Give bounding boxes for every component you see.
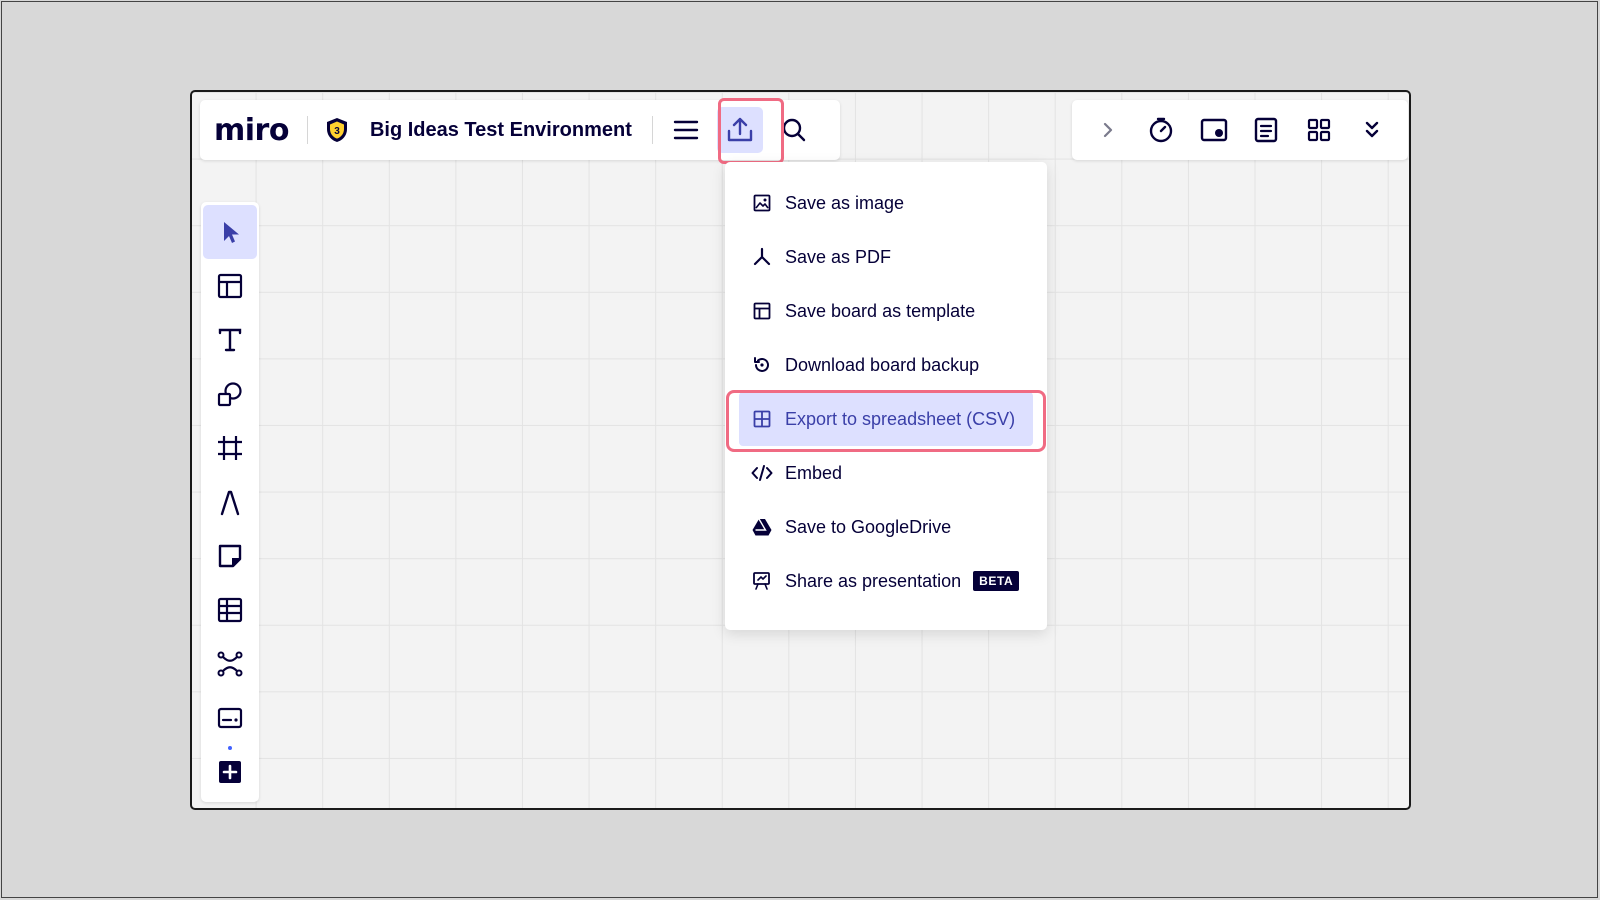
shapes-icon [217, 382, 242, 407]
menu-item-label: Download board backup [785, 354, 980, 375]
menu-item-export-to-spreadsheet[interactable]: Export to spreadsheet (CSV) [739, 392, 1033, 446]
frame-icon [218, 436, 242, 460]
presentation-icon [751, 570, 773, 592]
menu-item-share-as-presentation[interactable]: Share as presentation BETA [739, 554, 1033, 608]
top-left-toolbar: miro 3 Big Ideas Test Environment [200, 100, 840, 160]
frame-tool[interactable] [203, 421, 257, 475]
plus-icon [219, 761, 241, 783]
mind-map-icon [217, 651, 243, 677]
export-button[interactable] [716, 107, 763, 153]
notification-dot [228, 746, 232, 750]
divider [651, 116, 653, 144]
double-chevron-down-icon[interactable] [1349, 107, 1394, 153]
menu-item-label: Save as PDF [785, 246, 892, 267]
menu-item-label: Save board as template [785, 300, 976, 321]
menu-item-label: Share as presentation [785, 570, 962, 591]
menu-item-save-as-pdf[interactable]: Save as PDF [739, 230, 1033, 284]
board-title[interactable]: Big Ideas Test Environment [370, 119, 632, 142]
code-icon [751, 462, 773, 484]
plan-badge-number: 3 [334, 126, 340, 137]
card-icon [217, 707, 243, 729]
export-menu: Save as image Save as PDF Save board as … [725, 162, 1047, 630]
pdf-icon [751, 246, 773, 268]
menu-icon[interactable] [663, 107, 709, 153]
menu-item-download-board-backup[interactable]: Download board backup [739, 338, 1033, 392]
pen-tool[interactable] [203, 475, 257, 529]
table-tool[interactable] [203, 583, 257, 637]
menu-item-save-board-as-template[interactable]: Save board as template [739, 284, 1033, 338]
miro-logo[interactable]: miro [214, 113, 289, 148]
sticky-note-tool[interactable] [203, 529, 257, 583]
miro-board-window: miro 3 Big Ideas Test Environment Save a… [190, 90, 1411, 810]
menu-item-label: Save as image [785, 192, 905, 213]
spreadsheet-icon [751, 408, 773, 430]
screen-share-icon[interactable] [1191, 107, 1236, 153]
select-tool[interactable] [203, 205, 257, 259]
search-icon[interactable] [771, 107, 817, 153]
google-drive-icon [751, 516, 773, 538]
text-icon [218, 328, 242, 352]
templates-tool[interactable] [203, 259, 257, 313]
menu-item-save-to-googledrive[interactable]: Save to GoogleDrive [739, 500, 1033, 554]
card-tool[interactable] [203, 691, 257, 745]
add-more-tool[interactable] [203, 745, 257, 799]
export-icon [727, 117, 753, 142]
beta-badge: BETA [973, 571, 1020, 591]
menu-item-label: Save to GoogleDrive [785, 516, 952, 537]
chevron-right-icon[interactable] [1086, 107, 1131, 153]
mind-map-tool[interactable] [203, 637, 257, 691]
cursor-icon [224, 222, 239, 243]
sticky-note-icon [218, 544, 242, 568]
shield-badge-icon[interactable]: 3 [324, 116, 350, 144]
text-tool[interactable] [203, 313, 257, 367]
image-icon [751, 192, 773, 214]
backup-icon [751, 354, 773, 376]
menu-item-save-as-image[interactable]: Save as image [739, 176, 1033, 230]
timer-icon[interactable] [1139, 107, 1184, 153]
top-right-toolbar [1072, 100, 1408, 160]
apps-grid-icon[interactable] [1297, 107, 1342, 153]
left-toolbar [201, 202, 259, 802]
shapes-tool[interactable] [203, 367, 257, 421]
template-icon [751, 300, 773, 322]
menu-item-label: Embed [785, 462, 843, 483]
table-icon [217, 597, 243, 623]
templates-icon [217, 273, 243, 299]
menu-item-label: Export to spreadsheet (CSV) [785, 408, 1016, 429]
pen-icon [220, 490, 240, 516]
menu-item-embed[interactable]: Embed [739, 446, 1033, 500]
notes-icon[interactable] [1244, 107, 1289, 153]
divider [306, 116, 308, 144]
